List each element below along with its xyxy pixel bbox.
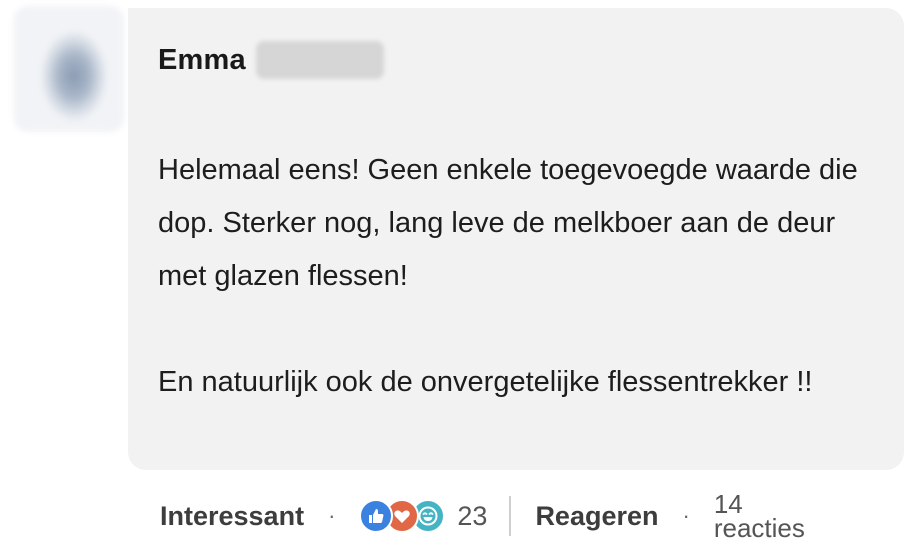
author-name[interactable]: Emma [158,44,246,77]
separator-dot: · [328,503,336,528]
comment-actions: Interessant · 23 Reageren · 14 reacties [160,488,805,544]
comment-paragraph: Helemaal eens! Geen enkele toegevoegde w… [158,154,858,292]
separator-dot: · [682,503,690,528]
replies-count-link[interactable]: 14 reacties [713,491,805,543]
react-button[interactable]: Interessant [160,501,304,532]
avatar[interactable] [14,6,124,132]
divider [509,496,512,536]
author-row: Emma [158,38,384,82]
comment-paragraph: En natuurlijk ook de onvergetelijke fles… [158,366,813,398]
reply-button[interactable]: Reageren [535,501,658,532]
reply-count-label: reacties [713,513,805,543]
redacted-last-name [255,41,384,79]
comment-body: Helemaal eens! Geen enkele toegevoegde w… [158,144,858,409]
reactions-summary[interactable]: 23 [359,499,487,533]
reaction-count: 23 [457,500,488,531]
comment-item: Emma Helemaal eens! Geen enkele toegevoe… [0,0,914,556]
comment-bubble: Emma Helemaal eens! Geen enkele toegevoe… [128,8,904,470]
like-icon [359,499,394,533]
